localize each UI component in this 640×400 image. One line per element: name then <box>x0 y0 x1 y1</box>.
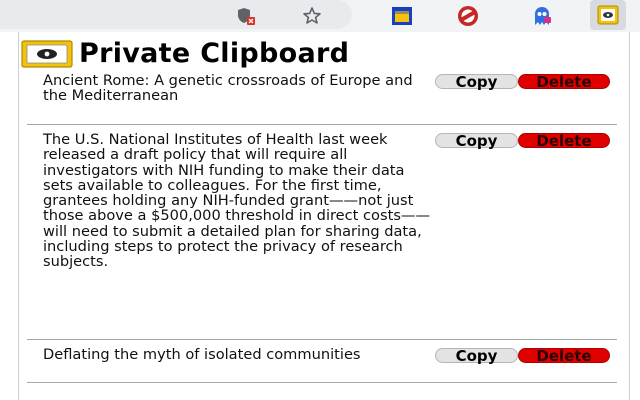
blocker-extension-icon[interactable] <box>454 0 482 32</box>
ghost-extension-icon[interactable] <box>528 0 556 32</box>
popup-header: Private Clipboard <box>21 38 349 69</box>
shield-blocked-icon[interactable] <box>232 0 260 32</box>
entry-text: Deflating the myth of isolated communiti… <box>43 346 361 363</box>
copy-button[interactable]: Copy <box>435 133 518 149</box>
screenshot-extension-icon[interactable] <box>388 0 416 32</box>
clipboard-extension-icon[interactable] <box>590 0 626 30</box>
delete-button[interactable]: Delete <box>518 348 610 364</box>
clipboard-popup: Private Clipboard Ancient Rome: A geneti… <box>18 32 630 400</box>
entry-actions: Copy Delete <box>435 133 610 149</box>
clipboard-entry: Ancient Rome: A genetic crossroads of Eu… <box>27 73 617 125</box>
entry-actions: Copy Delete <box>435 348 610 364</box>
copy-button[interactable]: Copy <box>435 348 518 364</box>
star-icon[interactable] <box>298 0 326 32</box>
delete-button[interactable]: Delete <box>518 133 610 149</box>
copy-button[interactable]: Copy <box>435 74 518 90</box>
entry-actions: Copy Delete <box>435 74 610 90</box>
popup-title: Private Clipboard <box>79 38 350 69</box>
browser-toolbar <box>0 0 640 32</box>
clipboard-logo-icon <box>21 39 73 68</box>
delete-button[interactable]: Delete <box>518 74 610 90</box>
clipboard-entry: The U.S. National Institutes of Health l… <box>27 132 617 340</box>
entry-text: Ancient Rome: A genetic crossroads of Eu… <box>43 72 413 105</box>
entry-text: The U.S. National Institutes of Health l… <box>43 131 431 271</box>
clipboard-entry: Deflating the myth of isolated communiti… <box>27 347 617 383</box>
